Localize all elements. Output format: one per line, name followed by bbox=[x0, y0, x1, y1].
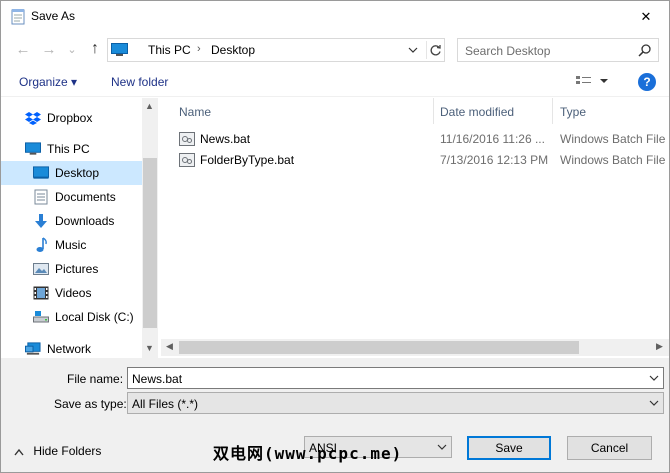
forward-arrow-icon: → bbox=[41, 40, 57, 58]
chevron-down-icon[interactable] bbox=[437, 441, 447, 455]
column-header-date[interactable]: Date modified bbox=[440, 105, 514, 119]
save-button[interactable]: Save bbox=[467, 436, 551, 460]
command-bar: Organize ▾ New folder ? bbox=[1, 67, 669, 97]
close-icon: ✕ bbox=[640, 8, 652, 24]
up-arrow-icon: ↑ bbox=[91, 40, 99, 57]
pc-icon bbox=[111, 43, 128, 56]
address-bar[interactable]: This PC › Desktop bbox=[107, 38, 445, 62]
file-type: Windows Batch File bbox=[560, 153, 666, 167]
navigation-bar: ← → ⌄ ↑ This PC › Desktop Search Desktop bbox=[1, 34, 669, 64]
column-header-name[interactable]: Name bbox=[179, 105, 211, 119]
sidebar-item-label: Pictures bbox=[55, 262, 99, 276]
change-view-icon[interactable] bbox=[575, 74, 609, 91]
sidebar-item-label: Videos bbox=[55, 286, 92, 300]
sidebar-item-label: Dropbox bbox=[47, 111, 93, 125]
sidebar-item-label: Network bbox=[47, 342, 92, 356]
file-list: Name Date modified Type News.bat 11/16/2… bbox=[161, 98, 669, 358]
documents-icon bbox=[33, 189, 49, 205]
address-dropdown-icon[interactable] bbox=[408, 44, 418, 58]
breadcrumb-separator-icon[interactable]: › bbox=[197, 43, 201, 55]
window-title: Save As bbox=[31, 9, 76, 23]
music-icon bbox=[33, 237, 49, 253]
sidebar-scrollbar[interactable]: ▲ ▼ bbox=[142, 98, 158, 358]
file-row[interactable]: News.bat 11/16/2016 11:26 ... Windows Ba… bbox=[175, 129, 669, 149]
up-button[interactable]: ↑ bbox=[85, 39, 105, 59]
sidebar-scroll-thumb[interactable] bbox=[143, 158, 157, 328]
sidebar-item-documents[interactable]: Documents bbox=[1, 185, 142, 209]
batch-file-icon bbox=[179, 132, 195, 146]
back-button[interactable]: ← bbox=[13, 39, 33, 59]
search-box[interactable]: Search Desktop bbox=[457, 38, 659, 62]
sidebar-item-videos[interactable]: Videos bbox=[1, 281, 142, 305]
back-arrow-icon: ← bbox=[15, 40, 31, 58]
column-header-type[interactable]: Type bbox=[560, 105, 586, 119]
scroll-down-icon[interactable]: ▼ bbox=[145, 343, 154, 353]
sidebar-item-dropbox[interactable]: Dropbox bbox=[1, 106, 142, 130]
save-as-type-select[interactable]: All Files (*.*) bbox=[127, 392, 664, 414]
sidebar-item-this-pc[interactable]: This PC bbox=[1, 137, 142, 161]
close-button[interactable]: ✕ bbox=[623, 1, 669, 32]
refresh-icon[interactable] bbox=[426, 41, 444, 59]
column-divider[interactable] bbox=[552, 98, 553, 124]
scroll-left-icon[interactable]: ◀ bbox=[166, 341, 173, 352]
chevron-down-icon: ⌄ bbox=[67, 43, 77, 56]
title-bar: Save As ✕ bbox=[1, 1, 669, 32]
sidebar-item-label: Desktop bbox=[55, 166, 100, 180]
scroll-right-icon[interactable]: ▶ bbox=[656, 341, 663, 352]
search-icon[interactable] bbox=[638, 43, 652, 60]
cancel-button[interactable]: Cancel bbox=[567, 436, 652, 460]
save-as-dialog: Save As ✕ ← → ⌄ ↑ This PC › Desktop Sear… bbox=[0, 0, 670, 473]
filename-input[interactable]: News.bat bbox=[132, 372, 182, 386]
organize-menu[interactable]: Organize ▾ bbox=[19, 75, 77, 89]
desktop-icon bbox=[33, 165, 49, 181]
filename-field[interactable]: News.bat bbox=[127, 367, 664, 389]
pc-icon bbox=[25, 141, 41, 157]
hide-folders-button[interactable]: Hide Folders bbox=[14, 444, 101, 458]
pictures-icon bbox=[33, 261, 49, 277]
file-row[interactable]: FolderByType.bat 7/13/2016 12:13 PM Wind… bbox=[175, 150, 669, 170]
search-input[interactable]: Search Desktop bbox=[465, 44, 550, 58]
sidebar-item-downloads[interactable]: Downloads bbox=[1, 209, 142, 233]
recent-locations-button[interactable]: ⌄ bbox=[65, 39, 79, 59]
scroll-up-icon[interactable]: ▲ bbox=[145, 101, 154, 111]
file-type: Windows Batch File bbox=[560, 132, 666, 146]
save-as-type-label: Save as type: bbox=[54, 397, 127, 411]
sidebar-item-label: Documents bbox=[55, 190, 116, 204]
file-name: News.bat bbox=[200, 132, 251, 146]
sidebar-item-label: Downloads bbox=[55, 214, 115, 228]
batch-file-icon bbox=[179, 153, 195, 167]
notepad-icon bbox=[11, 9, 25, 25]
downloads-icon bbox=[33, 213, 49, 229]
file-list-scroll-thumb[interactable] bbox=[179, 341, 579, 354]
navigation-pane: Dropbox This PC Desktop Documents Downlo… bbox=[1, 98, 158, 358]
chevron-down-icon[interactable] bbox=[649, 372, 659, 386]
file-date: 11/16/2016 11:26 ... bbox=[440, 132, 545, 146]
save-as-type-value: All Files (*.*) bbox=[132, 397, 199, 411]
forward-button[interactable]: → bbox=[39, 39, 59, 59]
new-folder-button[interactable]: New folder bbox=[111, 75, 168, 89]
file-list-scrollbar[interactable]: ◀ ▶ bbox=[161, 339, 669, 356]
chevron-up-icon bbox=[14, 448, 24, 456]
sidebar-item-label: This PC bbox=[47, 142, 90, 156]
file-date: 7/13/2016 12:13 PM bbox=[440, 153, 549, 167]
chevron-down-icon[interactable] bbox=[649, 397, 659, 411]
sidebar-item-desktop[interactable]: Desktop bbox=[1, 161, 142, 185]
file-name: FolderByType.bat bbox=[200, 153, 295, 167]
breadcrumb-desktop[interactable]: Desktop bbox=[211, 43, 255, 57]
help-icon[interactable]: ? bbox=[638, 73, 656, 91]
filename-label: File name: bbox=[67, 372, 124, 386]
drive-icon bbox=[33, 309, 49, 325]
column-divider[interactable] bbox=[433, 98, 434, 124]
videos-icon bbox=[33, 285, 49, 301]
sidebar-item-label: Music bbox=[55, 238, 87, 252]
network-icon bbox=[25, 341, 41, 357]
sidebar-item-pictures[interactable]: Pictures bbox=[1, 257, 142, 281]
hide-folders-label: Hide Folders bbox=[33, 444, 102, 458]
watermark-text: 双电网(www.pcpc.me) bbox=[213, 444, 403, 463]
sidebar-item-music[interactable]: Music bbox=[1, 233, 142, 257]
sidebar-item-label: Local Disk (C:) bbox=[55, 310, 134, 324]
dropbox-icon bbox=[25, 110, 41, 126]
breadcrumb-this-pc[interactable]: This PC bbox=[148, 43, 191, 57]
sidebar-item-local-disk[interactable]: Local Disk (C:) bbox=[1, 305, 142, 329]
